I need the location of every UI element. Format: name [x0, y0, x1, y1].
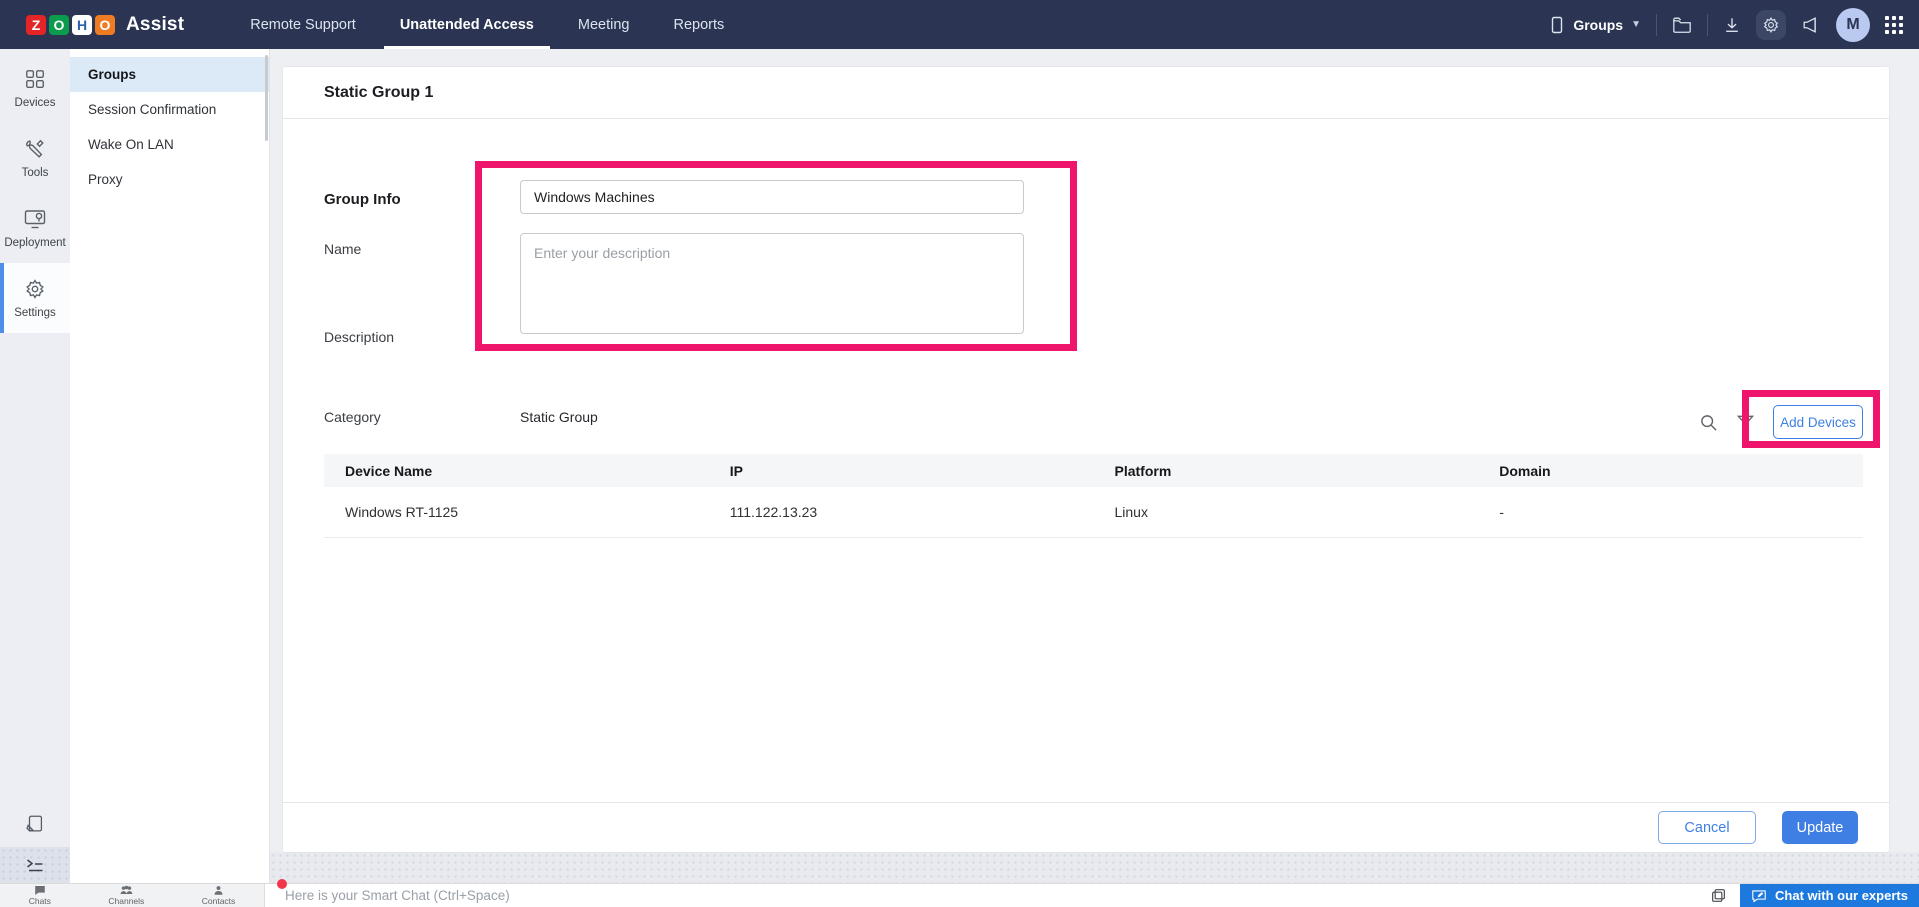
settings-subnav: Groups Session Confirmation Wake On LAN …: [70, 49, 270, 883]
logo-letter: Z: [26, 14, 46, 35]
settings-gear-icon[interactable]: [1756, 9, 1786, 40]
col-ip: IP: [708, 454, 1094, 487]
folder-icon[interactable]: [1672, 16, 1692, 34]
cliq-shortcuts: Chats Channels Contacts: [0, 884, 265, 907]
col-device-name: Device Name: [324, 454, 709, 487]
rail-item-label: Tools: [21, 167, 49, 179]
devices-table: Device Name IP Platform Domain Windows R…: [324, 454, 1863, 538]
cancel-button[interactable]: Cancel: [1658, 811, 1756, 844]
rail-item-deployment[interactable]: Deployment: [0, 193, 70, 263]
table-row[interactable]: Windows RT-1125 111.122.13.23 Linux -: [324, 487, 1863, 538]
filter-icon[interactable]: [1736, 413, 1755, 432]
cell-ip: 111.122.13.23: [708, 487, 1094, 538]
channels-button[interactable]: Channels: [108, 885, 144, 906]
divider: [1707, 13, 1708, 36]
brand-name: Assist: [126, 13, 185, 35]
apps-grid-icon[interactable]: [1885, 15, 1903, 34]
chats-label: Chats: [28, 896, 51, 907]
mobile-device-icon: [1549, 16, 1565, 34]
rail-item-settings[interactable]: Settings: [0, 263, 70, 333]
subnav-item-groups[interactable]: Groups: [70, 57, 269, 92]
feedback-note-icon[interactable]: [0, 813, 70, 835]
cell-platform: Linux: [1093, 487, 1479, 538]
rail-item-devices[interactable]: Devices: [0, 53, 70, 123]
main-area: Static Group 1 Group Info Name Descripti…: [270, 49, 1919, 883]
announcements-icon[interactable]: [1801, 15, 1821, 35]
notification-dot: [277, 879, 287, 889]
user-avatar[interactable]: M: [1836, 7, 1870, 42]
divider: [1656, 13, 1657, 36]
col-platform: Platform: [1093, 454, 1479, 487]
groups-dropdown[interactable]: Groups ▼: [1549, 16, 1641, 34]
group-form: Group Info Name Description Category Sta…: [283, 119, 1889, 802]
top-navbar: Z O H O Assist Remote Support Unattended…: [0, 0, 1919, 49]
tab-unattended-access[interactable]: Unattended Access: [378, 0, 556, 49]
tab-remote-support[interactable]: Remote Support: [228, 0, 378, 49]
group-detail-card: Static Group 1 Group Info Name Descripti…: [283, 67, 1889, 852]
rail-item-label: Deployment: [4, 237, 66, 249]
tab-meeting[interactable]: Meeting: [556, 0, 652, 49]
channels-label: Channels: [108, 896, 145, 907]
copy-stack-icon[interactable]: [1711, 888, 1726, 903]
groups-dropdown-label: Groups: [1573, 16, 1624, 33]
rail-item-tools[interactable]: Tools: [0, 123, 70, 193]
form-footer: Cancel Update: [283, 802, 1889, 852]
add-devices-button[interactable]: Add Devices: [1773, 405, 1863, 439]
download-icon[interactable]: [1723, 16, 1741, 34]
dotted-strip: [270, 852, 1919, 883]
subnav-item-wake-on-lan[interactable]: Wake On LAN: [70, 127, 269, 162]
chat-with-experts-label: Chat with our experts: [1775, 888, 1908, 903]
page-title: Static Group 1: [283, 67, 1889, 119]
logo-letter: H: [72, 14, 92, 35]
description-label: Description: [324, 329, 395, 345]
update-button[interactable]: Update: [1782, 811, 1858, 844]
bottom-bar-right: Chat with our experts: [1711, 884, 1919, 907]
smart-chat-hint: Here is your Smart Chat (Ctrl+Space): [285, 888, 510, 903]
cliq-bottom-bar: Chats Channels Contacts Here is your Sma…: [0, 879, 1919, 907]
description-textarea[interactable]: [520, 233, 1024, 334]
subnav-item-session-confirmation[interactable]: Session Confirmation: [70, 92, 269, 127]
contacts-button[interactable]: Contacts: [201, 885, 236, 907]
group-info-heading: Group Info: [324, 191, 401, 208]
logo-letter: O: [95, 14, 115, 35]
zoho-logo[interactable]: Z O H O: [26, 14, 115, 35]
name-input[interactable]: [520, 180, 1024, 214]
navbar-right: Groups ▼ M: [1549, 7, 1903, 42]
scrollbar-thumb[interactable]: [265, 55, 268, 141]
rail-item-label: Devices: [14, 97, 56, 109]
subnav-item-proxy[interactable]: Proxy: [70, 162, 269, 197]
tab-reports[interactable]: Reports: [651, 0, 746, 49]
devices-toolbar: Add Devices: [1699, 405, 1863, 439]
cell-domain: -: [1478, 487, 1863, 538]
name-label: Name: [324, 241, 362, 257]
chevron-down-icon: ▼: [1631, 19, 1641, 30]
rail-item-label: Settings: [14, 307, 56, 319]
smart-chat-bar[interactable]: Here is your Smart Chat (Ctrl+Space): [265, 879, 1711, 907]
left-icon-rail: Devices Tools Deployment Settings: [0, 49, 70, 883]
logo-letter: O: [49, 14, 69, 35]
cell-device-name: Windows RT-1125: [324, 487, 709, 538]
table-header-row: Device Name IP Platform Domain: [324, 454, 1863, 487]
primary-nav: Remote Support Unattended Access Meeting…: [228, 0, 746, 49]
contacts-label: Contacts: [201, 896, 236, 907]
category-label: Category: [324, 409, 381, 425]
chats-button[interactable]: Chats: [29, 885, 51, 906]
category-value: Static Group: [520, 409, 598, 425]
search-icon[interactable]: [1699, 413, 1718, 432]
terminal-icon[interactable]: [0, 847, 70, 883]
chat-with-experts-button[interactable]: Chat with our experts: [1740, 884, 1919, 907]
col-domain: Domain: [1478, 454, 1863, 487]
